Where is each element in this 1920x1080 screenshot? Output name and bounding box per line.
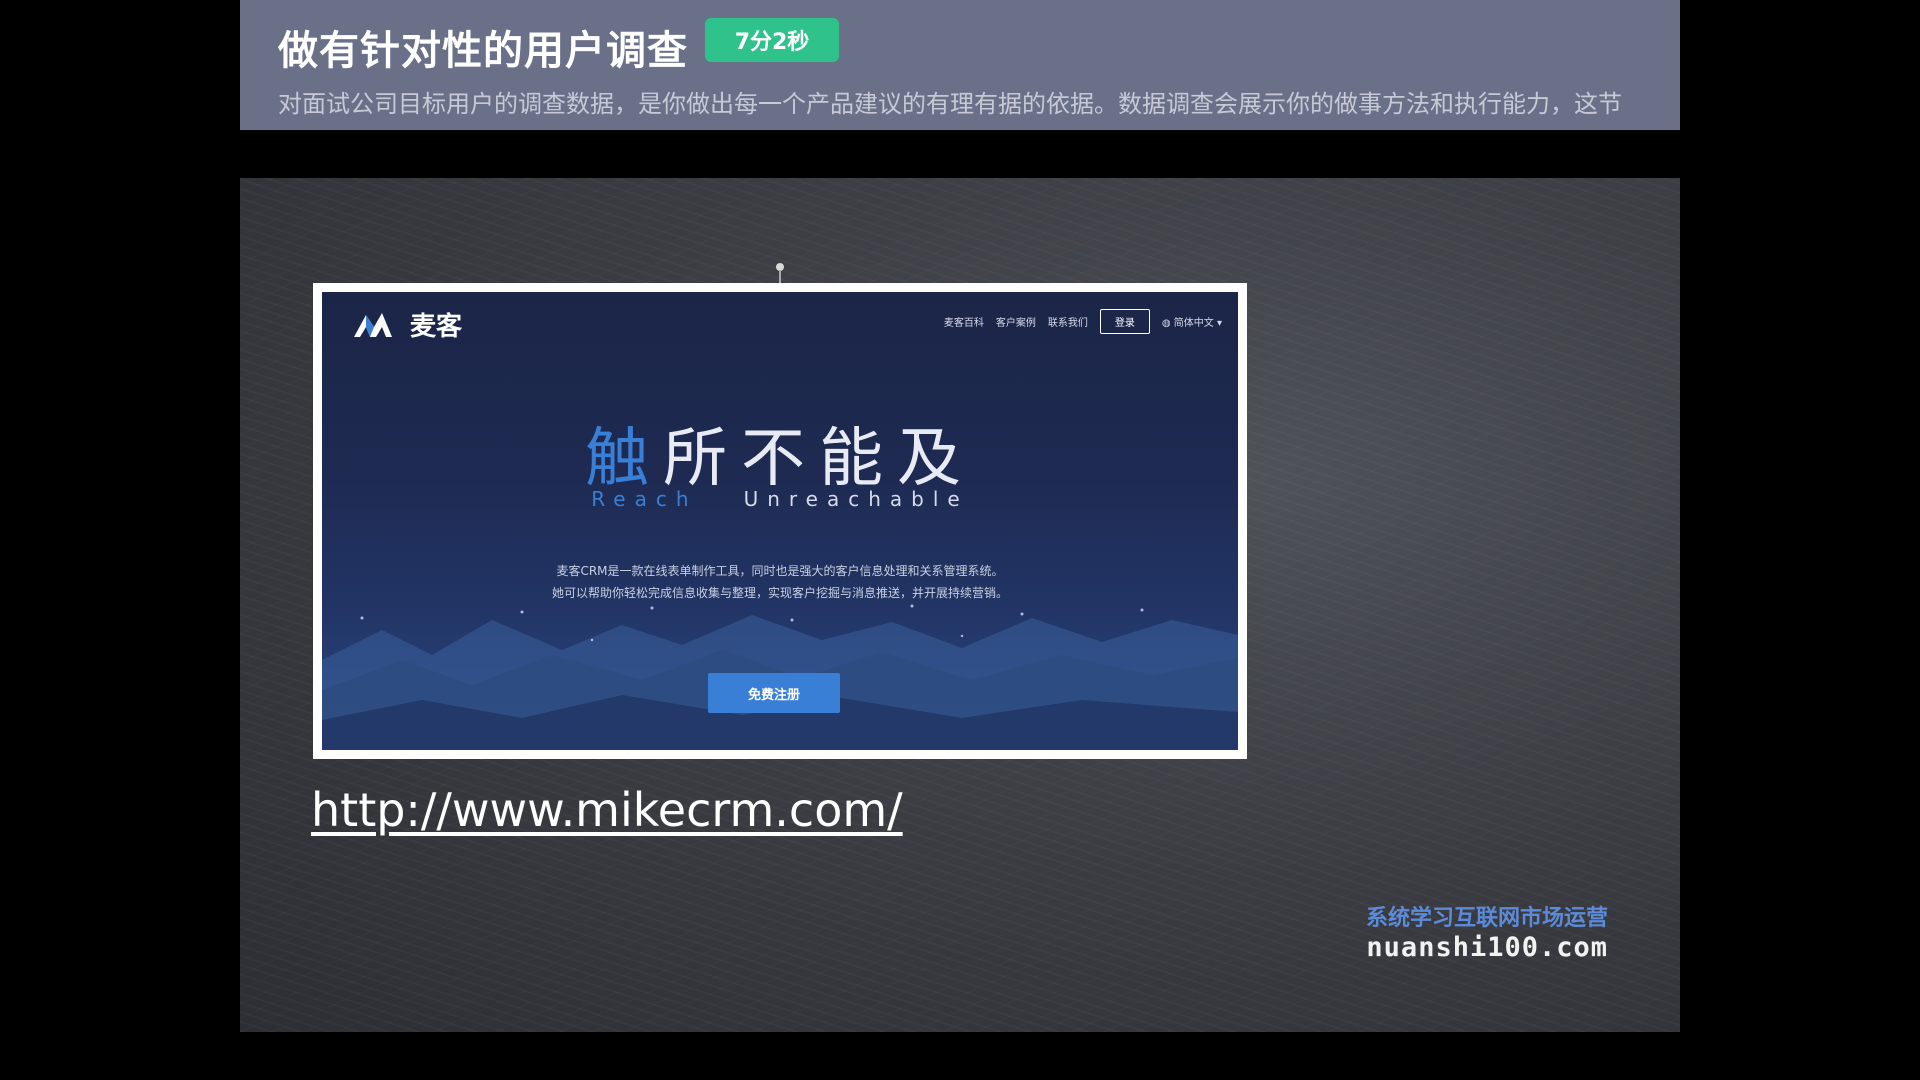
website-nav: 麦客百科 客户案例 联系我们 登录 ◍ 简体中文 ▾ (944, 309, 1222, 334)
nav-item-wiki[interactable]: 麦客百科 (944, 314, 984, 329)
mikecrm-logo[interactable]: 麦客 (352, 306, 462, 343)
login-button[interactable]: 登录 (1099, 309, 1150, 334)
hero-description-line-1: 麦客CRM是一款在线表单制作工具，同时也是强大的客户信息处理和关系管理系统。 (556, 564, 1004, 578)
lesson-header: 做有针对性的用户调查 7分2秒 对面试公司目标用户的调查数据，是你做出每一个产品… (240, 0, 1680, 130)
nav-item-cases[interactable]: 客户案例 (996, 314, 1036, 329)
watermark: 系统学习互联网市场运营 nuanshi100.com (1366, 900, 1608, 963)
duration-badge: 7分2秒 (705, 18, 839, 62)
lesson-title: 做有针对性的用户调查 (278, 28, 688, 74)
hero-description-line-2: 她可以帮助你轻松完成信息收集与整理，实现客户挖掘与消息推送，并开展持续营销。 (551, 586, 1008, 600)
lesson-description: 对面试公司目标用户的调查数据，是你做出每一个产品建议的有理有据的依据。数据调查会… (278, 90, 1622, 118)
language-label: 简体中文 (1173, 318, 1214, 329)
website-hero: 麦客 麦客百科 客户案例 联系我们 登录 ◍ 简体中文 ▾ 触所不能及 Reac… (322, 292, 1238, 750)
website-url[interactable]: http://www.mikecrm.com/ (311, 783, 903, 837)
chevron-down-icon: ▾ (1216, 318, 1222, 329)
hero-description: 麦客CRM是一款在线表单制作工具，同时也是强大的客户信息处理和关系管理系统。 她… (322, 560, 1238, 604)
video-slide: 麦客 麦客百科 客户案例 联系我们 登录 ◍ 简体中文 ▾ 触所不能及 Reac… (240, 178, 1680, 1032)
watermark-domain: nuanshi100.com (1366, 932, 1608, 963)
nav-item-contact[interactable]: 联系我们 (1048, 314, 1088, 329)
hero-subtitle-rest: Unreachable (743, 487, 969, 511)
mike-logo-icon (354, 312, 392, 337)
hero-subtitle-highlight: Reach (591, 487, 698, 511)
hero-title-rest: 所不能及 (663, 422, 975, 496)
signup-button[interactable]: 免费注册 (708, 673, 840, 713)
website-screenshot: 麦客 麦客百科 客户案例 联系我们 登录 ◍ 简体中文 ▾ 触所不能及 Reac… (313, 283, 1247, 759)
hero-subtitle: Reach Unreachable (322, 487, 1238, 511)
watermark-tagline: 系统学习互联网市场运营 (1365, 906, 1608, 931)
globe-icon: ◍ (1161, 318, 1171, 329)
language-selector[interactable]: ◍ 简体中文 ▾ (1162, 314, 1222, 329)
logo-text: 麦客 (410, 312, 463, 342)
hero-title-highlight: 触 (585, 422, 663, 496)
push-pin-icon (776, 263, 784, 285)
hero-title: 触所不能及 (322, 407, 1238, 499)
